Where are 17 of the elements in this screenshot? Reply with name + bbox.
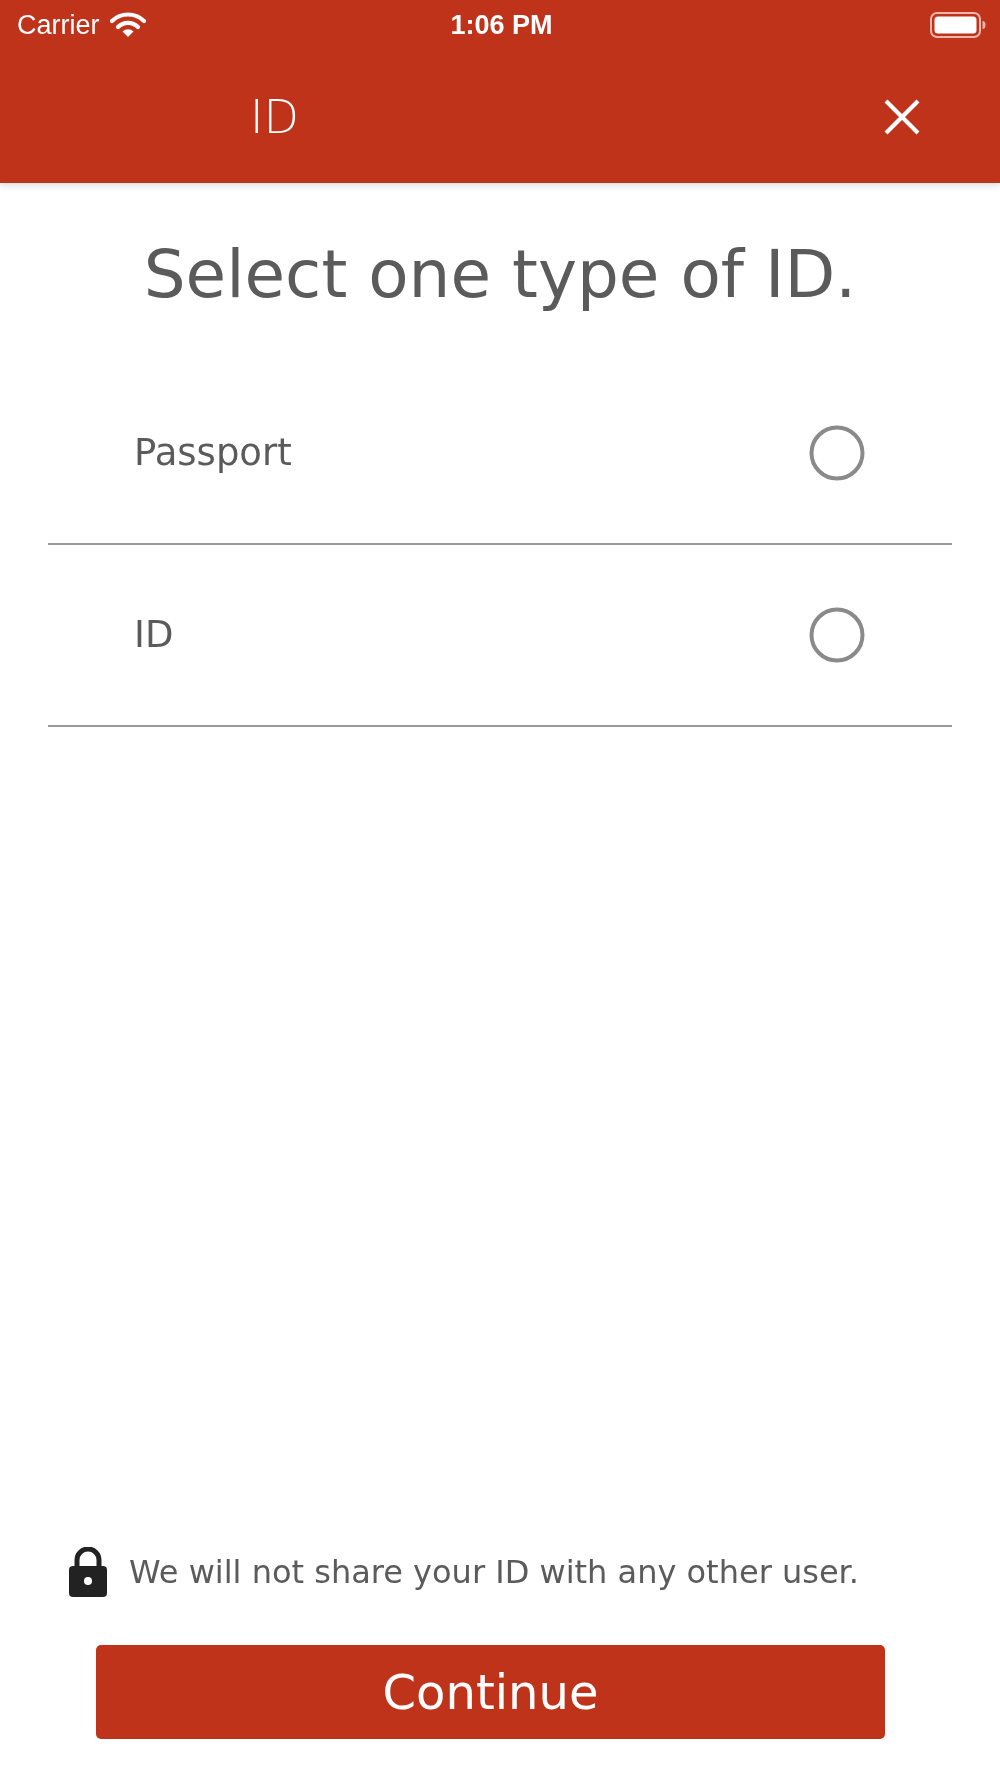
lock-icon [69,1547,107,1597]
privacy-notice: We will not share your ID with any other user. [129,1553,859,1591]
radio-button[interactable] [809,606,865,663]
id-type-option[interactable]: ID [48,544,952,727]
carrier-name: Carrier [17,9,100,41]
close-icon [884,98,920,135]
option-label: Passport [134,431,292,475]
option-label: ID [134,613,174,657]
radio-button[interactable] [809,424,865,481]
close-button[interactable] [884,98,920,135]
battery-icon [930,12,986,38]
continue-button[interactable]: Continue [96,1645,885,1739]
wifi-icon [109,12,146,38]
header-title: ID [250,89,299,144]
status-time: 1:06 PM [450,9,553,41]
id-type-option[interactable]: Passport [48,362,952,545]
page-heading: Select one type of ID. [142,237,858,313]
